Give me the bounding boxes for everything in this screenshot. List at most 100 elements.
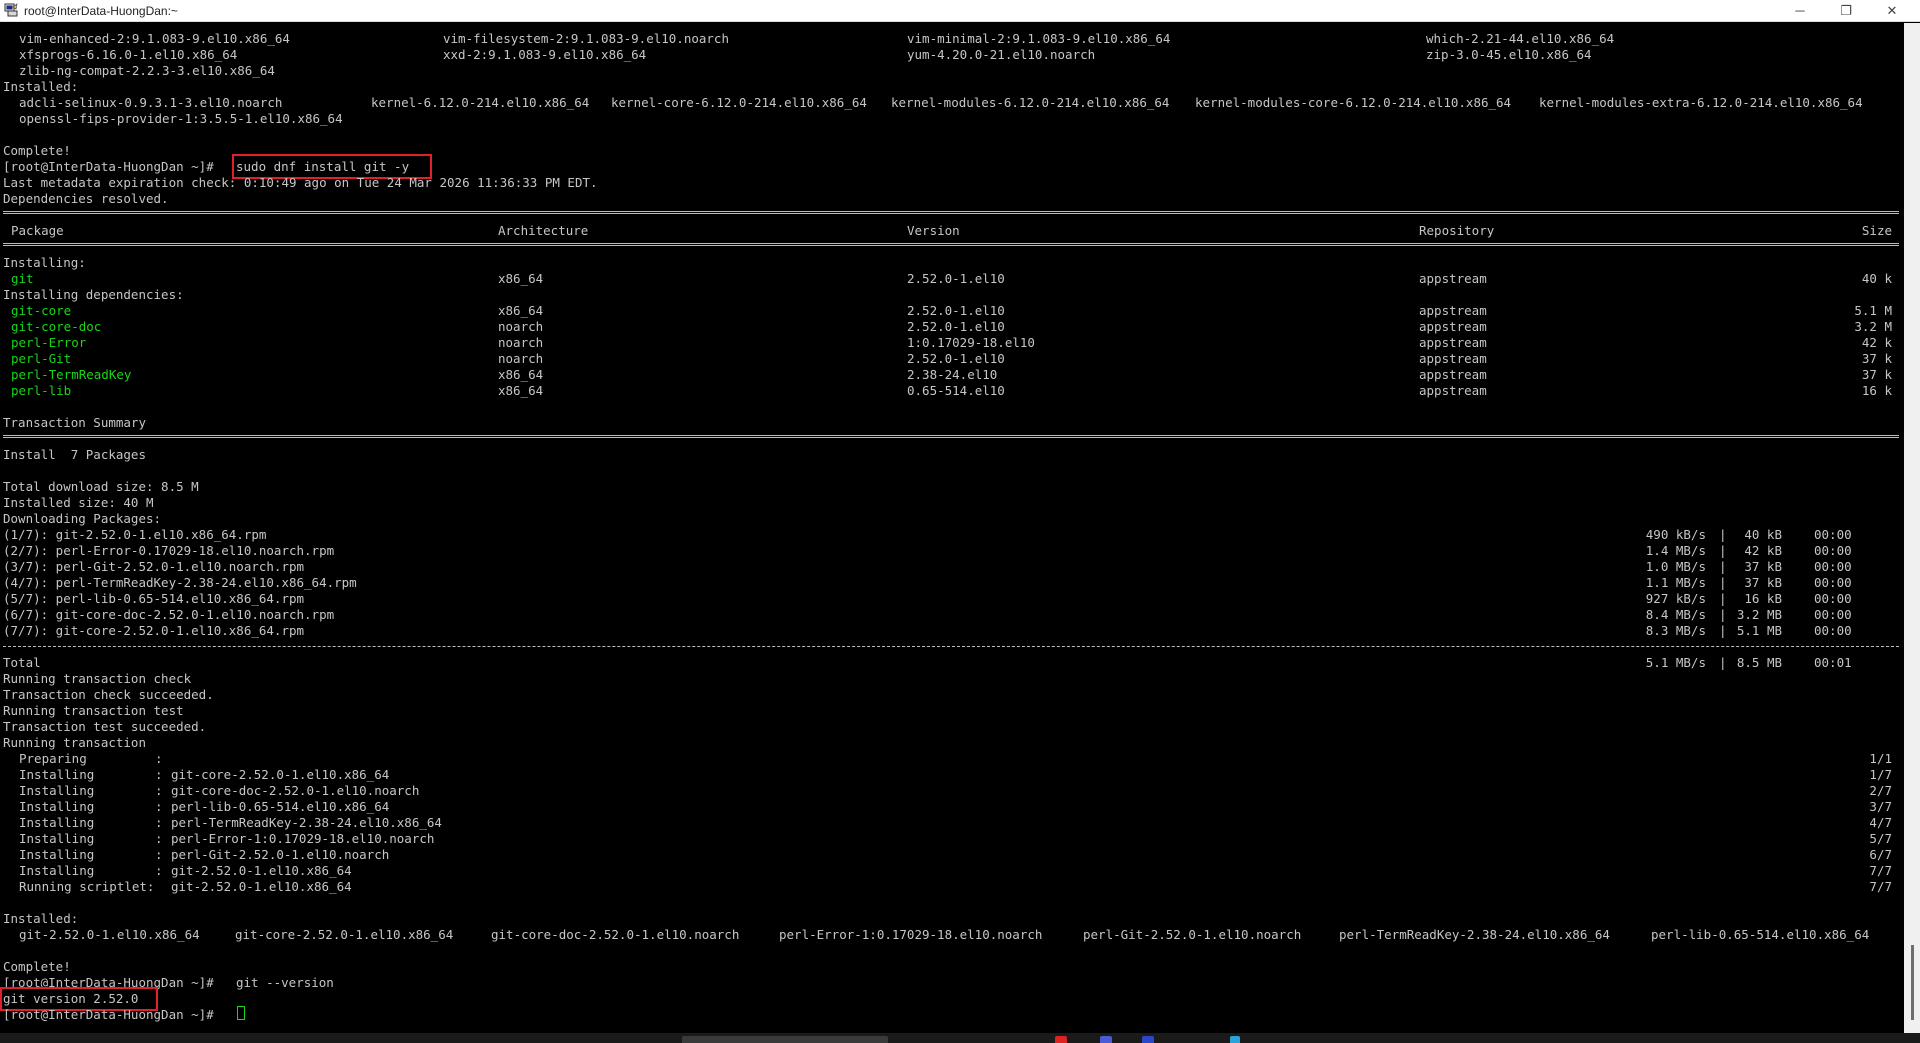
download-size: 37 kB [1744, 575, 1782, 590]
scrollbar-thumb[interactable] [1911, 945, 1914, 1020]
download-size: 40 kB [1744, 527, 1782, 542]
download-speed: 927 kB/s [1645, 591, 1706, 606]
section-label: Installing dependencies: [3, 287, 184, 302]
download-time: 00:00 [1814, 527, 1852, 542]
package-name: vim-filesystem-2:9.1.083-9.el10.noarch [443, 31, 729, 46]
package-size: 37 k [1861, 367, 1892, 382]
download-time: 00:00 [1814, 543, 1852, 558]
transaction-text: Running transaction check [3, 671, 192, 686]
step-action: Installing [19, 831, 95, 846]
terminal-output[interactable]: vim-enhanced-2:9.1.083-9.el10.x86_64 vim… [0, 23, 1902, 1033]
terminal-line: Installed: [0, 911, 1900, 927]
step-colon: : [155, 783, 163, 798]
command-line: [root@InterData-HuongDan ~]# [0, 1007, 1900, 1023]
download-time: 00:01 [1814, 655, 1852, 670]
download-file: (1/7): git-2.52.0-1.el10.x86_64.rpm [3, 527, 267, 542]
package-name: perl-Git-2.52.0-1.el10.noarch [1083, 927, 1302, 942]
step-action: Installing [19, 863, 95, 878]
terminal-line: Downloading Packages: [0, 511, 1900, 527]
download-speed: 1.1 MB/s [1645, 575, 1706, 590]
download-speed: 490 kB/s [1645, 527, 1706, 542]
package-repo: appstream [1419, 271, 1487, 286]
package-arch: noarch [498, 351, 544, 366]
download-row: (6/7): git-core-doc-2.52.0-1.el10.noarch… [0, 607, 1900, 623]
download-speed: 8.4 MB/s [1645, 607, 1706, 622]
step-package: git-2.52.0-1.el10.x86_64 [171, 863, 352, 878]
download-file: (5/7): perl-lib-0.65-514.el10.x86_64.rpm [3, 591, 305, 606]
download-file: (4/7): perl-TermReadKey-2.38-24.el10.x86… [3, 575, 357, 590]
separator-pipe: | [1719, 575, 1727, 590]
installed-size: Installed size: 40 M [3, 495, 154, 510]
terminal-line: Installing: [0, 255, 1900, 271]
download-size: Total download size: 8.5 M [3, 479, 199, 494]
taskbar-app-icon[interactable] [1055, 1036, 1067, 1043]
package-repo: appstream [1419, 367, 1487, 382]
package-name: openssl-fips-provider-1:3.5.5-1.el10.x86… [19, 111, 343, 126]
transaction-step: Installing : perl-lib-0.65-514.el10.x86_… [0, 799, 1900, 815]
transaction-step: Installing : git-core-2.52.0-1.el10.x86_… [0, 767, 1900, 783]
step-colon: : [155, 751, 163, 766]
taskbar-app-icon[interactable] [1142, 1036, 1154, 1043]
taskbar-app-icon[interactable] [1230, 1036, 1240, 1043]
close-button[interactable]: ✕ [1869, 0, 1915, 22]
table-row: git-core-doc noarch 2.52.0-1.el10 appstr… [0, 319, 1900, 335]
metadata-text: Last metadata expiration check: 0:10:49 … [3, 175, 598, 190]
transaction-step: Installing : perl-Error-1:0.17029-18.el1… [0, 831, 1900, 847]
table-row: perl-TermReadKey x86_64 2.38-24.el10 app… [0, 367, 1900, 383]
section-label: Transaction Summary [3, 415, 146, 430]
package-name: kernel-modules-6.12.0-214.el10.x86_64 [891, 95, 1170, 110]
transaction-step: Installing : perl-TermReadKey-2.38-24.el… [0, 815, 1900, 831]
total-label: Total [3, 655, 41, 670]
vertical-scrollbar[interactable] [1904, 23, 1920, 1033]
package-name: vim-minimal-2:9.1.083-9.el10.x86_64 [907, 31, 1171, 46]
step-package: perl-Git-2.52.0-1.el10.noarch [171, 847, 390, 862]
step-progress: 5/7 [1869, 831, 1892, 846]
package-version: 0.65-514.el10 [907, 383, 1005, 398]
package-name: git-2.52.0-1.el10.x86_64 [19, 927, 200, 942]
terminal-line: Transaction Summary [0, 415, 1900, 431]
step-progress: 1/1 [1869, 751, 1892, 766]
transaction-step: Installing : perl-Git-2.52.0-1.el10.noar… [0, 847, 1900, 863]
step-action: Installing [19, 799, 95, 814]
terminal-line: Installed size: 40 M [0, 495, 1900, 511]
package-name: xfsprogs-6.16.0-1.el10.x86_64 [19, 47, 238, 62]
package-version: 2.52.0-1.el10 [907, 271, 1005, 286]
download-size: 5.1 MB [1736, 623, 1782, 638]
terminal-line: Installed: [0, 79, 1900, 95]
separator-pipe: | [1719, 559, 1727, 574]
transaction-step: Running scriptlet: git-2.52.0-1.el10.x86… [0, 879, 1900, 895]
column-header: Version [907, 223, 960, 238]
step-action: Installing [19, 767, 95, 782]
separator [3, 211, 1899, 214]
download-time: 00:00 [1814, 591, 1852, 606]
column-header: Size [1861, 223, 1892, 238]
taskbar-app-icon[interactable] [1100, 1036, 1112, 1043]
column-header: Repository [1419, 223, 1495, 238]
download-file: (2/7): perl-Error-0.17029-18.el10.noarch… [3, 543, 335, 558]
package-name: kernel-6.12.0-214.el10.x86_64 [371, 95, 590, 110]
package-name: git [11, 271, 34, 286]
terminal-line: zlib-ng-compat-2.2.3-3.el10.x86_64 [0, 63, 1900, 79]
section-label: Installing: [3, 255, 86, 270]
minimize-button[interactable]: ─ [1777, 0, 1823, 22]
package-size: 42 k [1861, 335, 1892, 350]
step-colon: : [155, 815, 163, 830]
package-arch: x86_64 [498, 383, 544, 398]
package-name: kernel-modules-core-6.12.0-214.el10.x86_… [1195, 95, 1512, 110]
step-progress: 7/7 [1869, 863, 1892, 878]
package-name: adcli-selinux-0.9.3.1-3.el10.noarch [19, 95, 283, 110]
separator [3, 435, 1899, 438]
package-repo: appstream [1419, 335, 1487, 350]
terminal-line: Installing dependencies: [0, 287, 1900, 303]
command-text: git --version [236, 975, 334, 990]
step-package: perl-lib-0.65-514.el10.x86_64 [171, 799, 390, 814]
step-package: perl-TermReadKey-2.38-24.el10.x86_64 [171, 815, 442, 830]
terminal-line: Install 7 Packages [0, 447, 1900, 463]
step-action: Installing [19, 847, 95, 862]
step-action: Installing [19, 783, 95, 798]
maximize-button[interactable]: ❐ [1823, 0, 1869, 22]
package-version: 2.52.0-1.el10 [907, 303, 1005, 318]
package-name: git-core-doc [11, 319, 102, 334]
taskbar-item[interactable] [682, 1036, 888, 1043]
download-size: 42 kB [1744, 543, 1782, 558]
